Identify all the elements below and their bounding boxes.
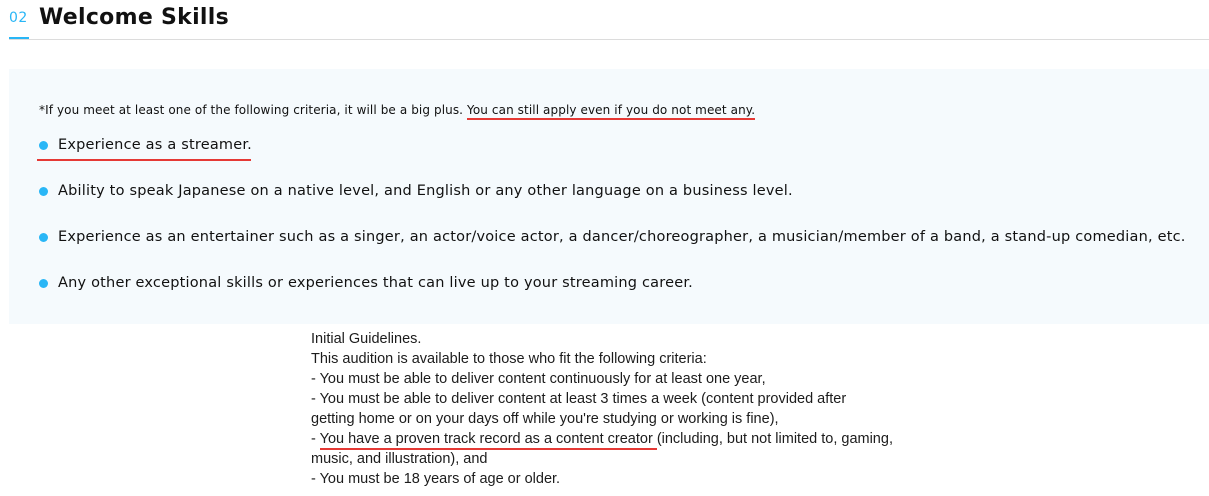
criteria-item-entertainer: Experience as an entertainer such as a s… — [39, 225, 1186, 271]
criteria-item-language: Ability to speak Japanese on a native le… — [39, 179, 1186, 225]
guidelines-line: - You must be able to deliver content at… — [311, 391, 847, 407]
initial-guidelines: Initial Guidelines. This audition is ava… — [311, 329, 893, 489]
criteria-note-emphasis: You can still apply even if you do not m… — [467, 103, 756, 120]
guidelines-line: getting home or on your days off while y… — [311, 411, 779, 427]
guidelines-line: This audition is available to those who … — [311, 351, 707, 367]
section-number: 02 — [9, 10, 28, 26]
bullet-dot-icon — [39, 233, 48, 242]
red-underline-highlight — [37, 159, 251, 161]
criteria-list: Experience as a streamer. Ability to spe… — [37, 133, 1186, 317]
guidelines-line: music, and illustration), and — [311, 451, 488, 467]
criteria-item-label: Ability to speak Japanese on a native le… — [58, 183, 793, 199]
criteria-item-other-skills: Any other exceptional skills or experien… — [39, 271, 1186, 317]
bullet-dot-icon — [39, 279, 48, 288]
section-header: 02 Welcome Skills — [9, 0, 1209, 40]
criteria-item-streamer: Experience as a streamer. — [37, 133, 1186, 179]
criteria-note: *If you meet at least one of the followi… — [39, 103, 756, 120]
welcome-skills-panel: *If you meet at least one of the followi… — [9, 69, 1209, 324]
criteria-item-label: Experience as a streamer. — [58, 137, 252, 153]
criteria-item-label: Any other exceptional skills or experien… — [58, 275, 693, 291]
bullet-dot-icon — [39, 141, 48, 150]
criteria-item-label: Experience as an entertainer such as a s… — [58, 229, 1186, 245]
guidelines-heading: Initial Guidelines. — [311, 331, 422, 347]
guidelines-line-emphasis: You have a proven track record as a cont… — [319, 431, 657, 450]
section-number-underline — [9, 37, 29, 39]
guidelines-line-track-record: - You have a proven track record as a co… — [311, 429, 893, 450]
guidelines-line-suffix: (including, but not limited to, gaming, — [656, 431, 893, 447]
bullet-dot-icon — [39, 187, 48, 196]
guidelines-line: - You must be 18 years of age or older. — [311, 471, 561, 487]
section-title: Welcome Skills — [39, 5, 229, 30]
guidelines-line-prefix: - — [311, 431, 320, 447]
guidelines-line: - You must be able to deliver content co… — [311, 371, 766, 387]
criteria-note-prefix: *If you meet at least one of the followi… — [39, 103, 468, 117]
